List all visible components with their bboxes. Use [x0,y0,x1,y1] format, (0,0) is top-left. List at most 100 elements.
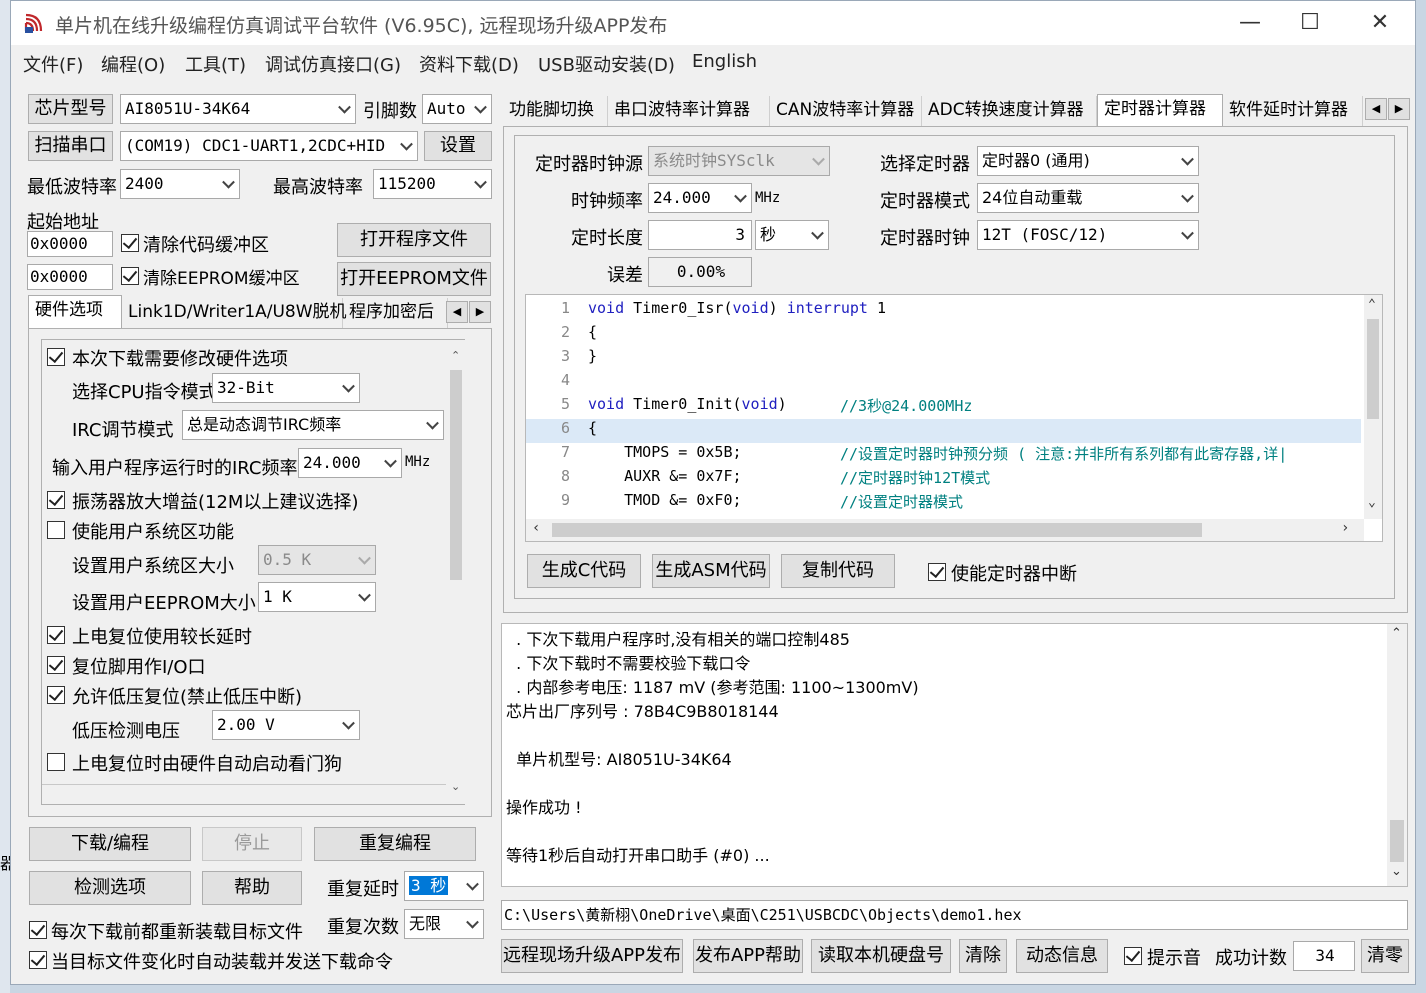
user-sys-size-select[interactable]: 0.5 K [258,545,376,575]
title-bar[interactable]: 单片机在线升级编程仿真调试平台软件 (V6.95C), 远程现场升级APP发布 … [11,1,1415,45]
menu-usb-driver[interactable]: USB驱动安装(D) [538,51,675,77]
hw-options-scrollbar[interactable]: ⌃ ⌄ [447,340,465,804]
tab-scroll-left-icon[interactable]: ◀ [446,301,468,323]
app-help-button[interactable]: 发布APP帮助 [693,939,803,973]
hw-options-scroll-thumb[interactable] [450,370,462,580]
read-disk-id-button[interactable]: 读取本机硬盘号 [811,939,951,973]
close-icon[interactable]: ✕ [1345,1,1415,45]
log-scroll-thumb[interactable] [1390,820,1404,862]
scroll-down-icon[interactable]: ⌄ [451,780,460,793]
open-eeprom-file-button[interactable]: 打开EEPROM文件 [337,262,491,296]
hex-file-path[interactable]: C:\Users\黄新栩\OneDrive\桌面\C251\USBCDC\Obj… [501,900,1408,930]
code-h-scroll-thumb[interactable] [552,523,1202,537]
chip-model-select[interactable]: AI8051U-34K64 [120,94,356,124]
code-start-address-input[interactable]: 0x0000 [27,231,113,257]
eeprom-start-address-input[interactable]: 0x0000 [27,264,113,290]
low-voltage-reset-checkbox[interactable] [47,686,65,704]
scroll-right-icon[interactable]: › [1341,520,1349,536]
copy-code-button[interactable]: 复制代码 [781,554,895,588]
timer-mode-select[interactable]: 24位自动重载 [977,183,1199,213]
check-options-button[interactable]: 检测选项 [29,871,191,905]
scroll-left-icon[interactable]: ‹ [532,520,540,536]
enable-timer-irq-checkbox[interactable] [928,563,946,581]
tab-timer-calc[interactable]: 定时器计算器 [1097,94,1223,127]
duration-input[interactable]: 3 [648,220,752,250]
lvd-voltage-select[interactable]: 2.00 V [212,710,360,740]
beep-checkbox[interactable] [1124,947,1142,965]
duration-unit-select[interactable]: 秒 [755,220,829,250]
menu-program[interactable]: 编程(O) [101,51,165,77]
scroll-up-icon[interactable]: ⌃ [1391,626,1402,641]
repeat-count-select[interactable]: 无限 [404,909,484,939]
modify-hw-checkbox[interactable] [47,348,65,366]
generate-c-code-button[interactable]: 生成C代码 [527,554,641,588]
user-eeprom-size-select[interactable]: 1 K [258,582,376,612]
menu-english[interactable]: English [692,51,757,72]
tab-scroll-left-icon[interactable]: ◀ [1365,98,1387,120]
code-line: 3} [526,347,1356,371]
menu-debug[interactable]: 调试仿真接口(G) [265,51,401,77]
chip-type-button[interactable]: 芯片型号 [28,94,113,124]
chevron-down-icon [384,454,397,468]
tab-adc-speed-calc[interactable]: ADC转换速度计算器 [922,96,1097,126]
scan-port-button[interactable]: 扫描串口 [28,131,113,161]
reload-target-checkbox[interactable] [29,921,47,939]
stop-button[interactable]: 停止 [202,827,302,861]
tab-pin-switch[interactable]: 功能脚切换 [503,96,608,126]
max-baud-label: 最高波特率 [273,177,363,198]
scroll-down-icon[interactable]: ⌄ [1391,864,1402,879]
remote-upgrade-app-button[interactable]: 远程现场升级APP发布 [501,939,683,973]
long-reset-delay-checkbox[interactable] [47,626,65,644]
reset-pin-io-checkbox[interactable] [47,656,65,674]
repeat-delay-select[interactable]: 3 秒 [404,871,484,901]
download-program-button[interactable]: 下载/编程 [29,827,191,861]
clock-freq-select[interactable]: 24.000 [648,183,752,213]
menu-tools[interactable]: 工具(T) [185,51,246,77]
open-program-file-button[interactable]: 打开程序文件 [337,223,491,257]
code-preview[interactable]: 1 void Timer0_Isr(void) interrupt 1 2{3} 4 5… [525,294,1383,542]
auto-watchdog-checkbox[interactable] [47,753,65,771]
osc-gain-checkbox[interactable] [47,491,65,509]
clear-eeprom-buffer-checkbox[interactable] [121,267,139,285]
tab-link1d-offline[interactable]: Link1D/Writer1A/U8W脱机 [122,298,347,328]
auto-reload-checkbox[interactable] [29,951,47,969]
tab-delay-calc[interactable]: 软件延时计算器 [1223,96,1363,126]
irc-mode-select[interactable]: 总是动态调节IRC频率 [182,410,444,440]
user-sys-area-checkbox[interactable] [47,521,65,539]
min-baud-select[interactable]: 2400 [120,169,240,199]
pin-count-select[interactable]: Auto [422,94,492,124]
settings-button[interactable]: 设置 [424,131,492,161]
scroll-down-icon[interactable]: ⌄ [1368,495,1376,510]
clock-source-select[interactable]: 系统时钟SYSclk [648,146,830,176]
maximize-icon[interactable]: ☐ [1275,1,1345,45]
tab-uart-baud-calc[interactable]: 串口波特率计算器 [608,96,770,126]
log-scrollbar[interactable]: ⌃ ⌄ [1387,624,1407,886]
tab-can-baud-calc[interactable]: CAN波特率计算器 [770,96,922,126]
help-button[interactable]: 帮助 [202,871,302,905]
com-port-select[interactable]: (COM19) CDC1-UART1,2CDC+HID [120,131,418,161]
code-v-scroll-thumb[interactable] [1367,319,1379,419]
reprogram-button[interactable]: 重复编程 [314,827,476,861]
tab-hardware-options[interactable]: 硬件选项 [28,295,122,328]
irc-freq-select[interactable]: 24.000 [298,448,402,478]
menu-downloads[interactable]: 资料下载(D) [419,51,519,77]
select-timer-select[interactable]: 定时器0 (通用) [977,146,1199,176]
generate-asm-code-button[interactable]: 生成ASM代码 [652,554,770,588]
menu-file[interactable]: 文件(F) [23,51,83,77]
tab-scroll-right-icon[interactable]: ▶ [1388,98,1410,120]
reset-count-button[interactable]: 清零 [1361,939,1409,973]
code-v-scrollbar[interactable]: ⌃ ⌄ [1364,295,1382,519]
tab-encryption[interactable]: 程序加密后 [343,298,448,328]
timer-clock-select[interactable]: 12T (FOSC/12) [977,220,1199,250]
cpu-mode-select[interactable]: 32-Bit [212,373,360,403]
tab-scroll-right-icon[interactable]: ▶ [469,301,491,323]
clear-code-buffer-checkbox[interactable] [121,234,139,252]
output-log[interactable]: . 下次下载用户程序时,没有相关的端口控制485 . 下次下载时不需要校验下载口… [501,623,1408,887]
dynamic-info-button[interactable]: 动态信息 [1016,939,1108,973]
max-baud-select[interactable]: 115200 [373,169,492,199]
clear-log-button[interactable]: 清除 [959,939,1007,973]
log-line: 芯片出厂序列号 : 78B4C9B8018144 [506,702,779,721]
scroll-up-icon[interactable]: ⌃ [1368,297,1376,312]
scroll-up-icon[interactable]: ⌃ [451,349,460,362]
code-h-scrollbar[interactable]: ‹ › [526,519,1364,541]
